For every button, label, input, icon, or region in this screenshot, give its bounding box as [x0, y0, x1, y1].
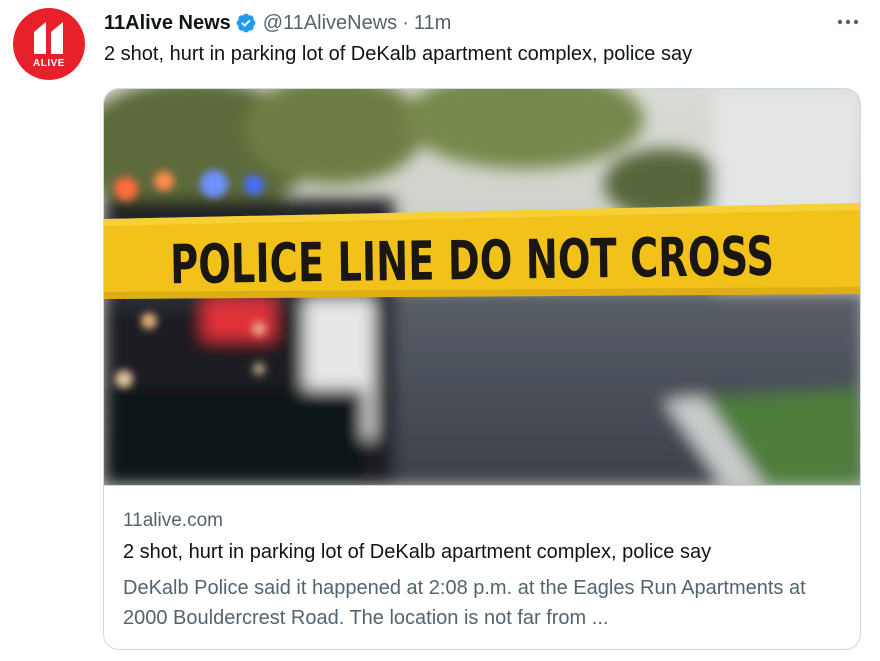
tweet-timestamp[interactable]: 11m	[414, 12, 451, 35]
card-description: DeKalb Police said it happened at 2:08 p…	[123, 577, 806, 629]
tweet-text: 2 shot, hurt in parking lot of DeKalb ap…	[104, 43, 693, 65]
card-title: 2 shot, hurt in parking lot of DeKalb ap…	[123, 541, 712, 563]
author-handle[interactable]: @11AliveNews	[263, 12, 397, 35]
more-horizontal-icon	[837, 19, 859, 25]
separator-dot: ·	[402, 11, 409, 34]
tape-text: POLICE LINE DO NOT CROSS	[170, 225, 775, 296]
more-options-button[interactable]	[830, 10, 866, 34]
card-image[interactable]: POLICE LINE DO NOT CROSS	[104, 89, 860, 485]
verified-badge-icon	[236, 13, 256, 33]
author-display-name[interactable]: 11Alive News	[104, 12, 231, 35]
avatar-logo-text: ALIVE	[33, 58, 65, 69]
tweet-header: 11Alive News @11AliveNews · 11m	[104, 10, 451, 36]
card-divider	[104, 485, 860, 486]
link-card[interactable]: POLICE LINE DO NOT CROSS 11alive.com 2 s…	[103, 88, 861, 650]
card-domain: 11alive.com	[123, 510, 223, 531]
11alive-logo-icon	[34, 22, 63, 54]
avatar[interactable]: ALIVE	[13, 8, 85, 80]
